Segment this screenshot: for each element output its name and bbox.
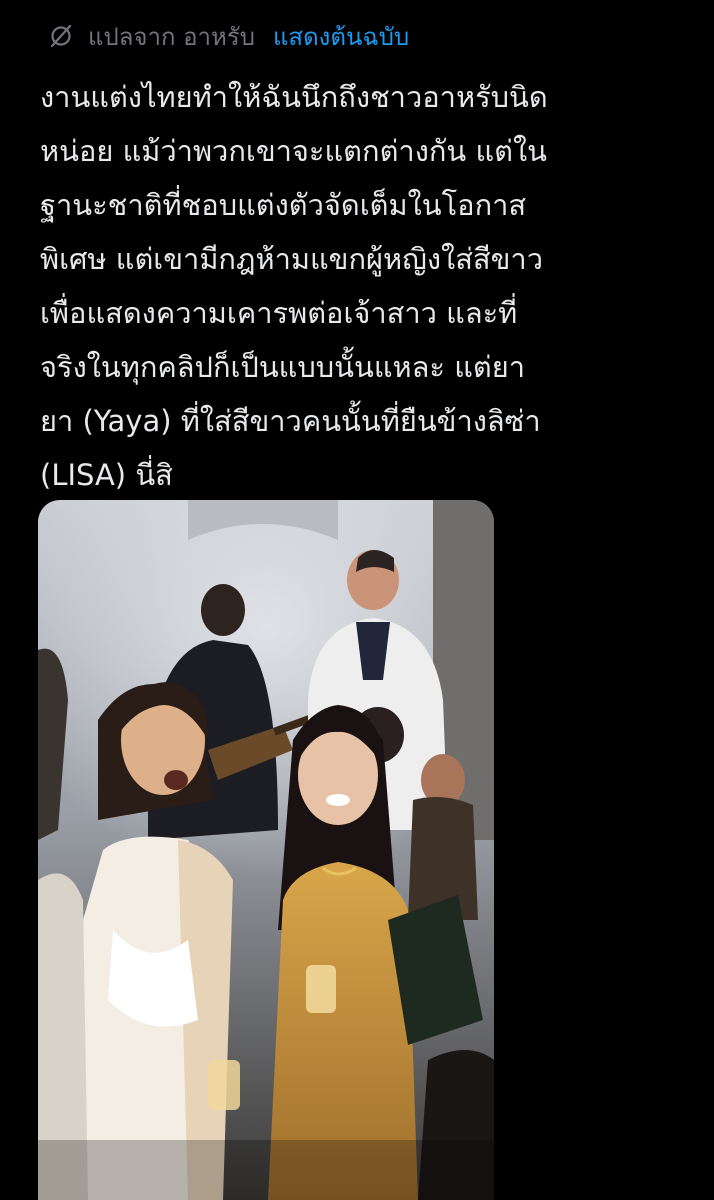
translation-bar: แปลจาก อาหรับ แสดงต้นฉบับ <box>46 16 409 56</box>
globe-slash-icon <box>46 21 76 51</box>
tweet-text: งานแต่งไทยทำให้ฉันนึกถึงชาวอาหรับนิด หน่… <box>40 80 548 492</box>
show-original-link[interactable]: แสดงต้นฉบับ <box>273 17 409 56</box>
tweet-media-photo[interactable] <box>38 500 494 1200</box>
translation-source-label: แปลจาก อาหรับ <box>88 22 255 51</box>
